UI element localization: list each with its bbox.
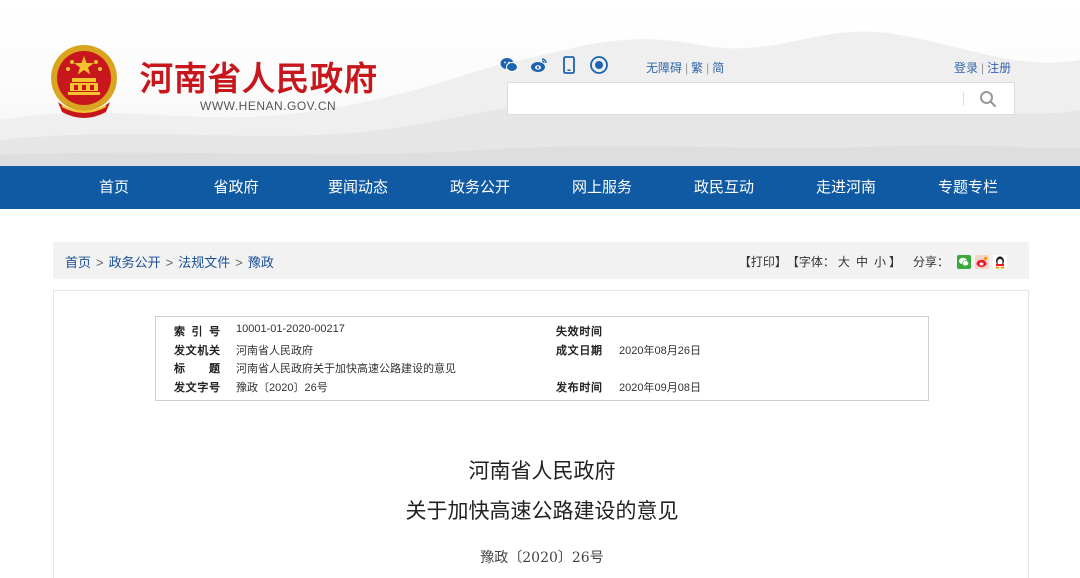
login-link[interactable]: 登录 <box>954 61 978 75</box>
weibo-icon[interactable] <box>530 56 548 74</box>
search-input[interactable] <box>508 83 958 114</box>
page-tools: 【打印】 【字体： 大 中 小 】 分享： <box>739 253 1007 270</box>
breadcrumb-separator: > <box>96 255 104 270</box>
search-divider <box>963 92 964 106</box>
print-link[interactable]: 【打印】 <box>739 253 787 270</box>
nav-item-home[interactable]: 首页 <box>53 166 175 209</box>
font-size-large[interactable]: 大 <box>838 253 850 270</box>
breadcrumb-bar: 首页 > 政务公开 > 法规文件 > 豫政 【打印】 【字体： 大 中 小 】 分享： <box>53 242 1029 279</box>
site-header: 河南省人民政府 WWW.HENAN.GOV.CN 无障碍 | 繁 | 简 登录 | 注册 <box>0 0 1080 166</box>
issuer-label: 发文机关 <box>174 345 220 357</box>
expiry-label: 失效时间 <box>556 326 602 338</box>
index-number-label: 索 引 号 <box>174 326 220 338</box>
title-label: 标 题 <box>174 363 220 375</box>
search-box <box>507 82 1015 115</box>
nav-item-special-topics[interactable]: 专题专栏 <box>907 166 1029 209</box>
written-date-value: 2020年08月26日 <box>619 345 701 357</box>
breadcrumb-separator: > <box>235 255 243 270</box>
wechat-icon[interactable] <box>500 56 518 74</box>
qq-share-icon[interactable] <box>993 254 1007 269</box>
nav-item-online-services[interactable]: 网上服务 <box>541 166 663 209</box>
accessibility-link[interactable]: 无障碍 <box>646 61 682 75</box>
font-size-medium[interactable]: 中 <box>856 253 868 270</box>
metadata-row: 标 题 河南省人民政府关于加快高速公路建设的意见 <box>156 360 930 378</box>
font-size-suffix: 】 <box>888 255 901 269</box>
font-size-small[interactable]: 小 <box>874 253 886 270</box>
separator: | <box>981 61 985 75</box>
share-label: 分享： <box>912 255 949 269</box>
document-metadata-table: 索 引 号 10001-01-2020-00217 失效时间 发文机关 河南省人… <box>155 316 929 401</box>
mobile-icon[interactable] <box>560 56 578 74</box>
publish-date-label: 发布时间 <box>556 382 602 394</box>
metadata-row: 发文机关 河南省人民政府 成文日期 2020年08月26日 <box>156 342 930 360</box>
publish-date-value: 2020年09月08日 <box>619 382 701 394</box>
social-icons <box>500 56 608 74</box>
document-title-line-1: 河南省人民政府 <box>468 459 616 483</box>
breadcrumb-home[interactable]: 首页 <box>65 255 91 270</box>
nav-item-interaction[interactable]: 政民互动 <box>663 166 785 209</box>
index-number-value: 10001-01-2020-00217 <box>236 323 345 335</box>
document-number-label: 发文字号 <box>174 382 220 394</box>
written-date-label: 成文日期 <box>556 345 602 357</box>
traditional-chinese-link[interactable]: 繁 <box>691 61 703 75</box>
app-icon[interactable] <box>590 56 608 74</box>
main-nav: 首页 省政府 要闻动态 政务公开 网上服务 政民互动 走进河南 专题专栏 <box>0 166 1080 209</box>
issuer-value: 河南省人民政府 <box>236 345 313 357</box>
separator: | <box>706 61 710 75</box>
nav-item-about-henan[interactable]: 走进河南 <box>785 166 907 209</box>
document-number: 豫政〔2020〕26号 <box>480 550 604 566</box>
separator: | <box>685 61 689 75</box>
document-title: 河南省人民政府 关于加快高速公路建设的意见 <box>54 451 1030 531</box>
national-emblem-icon <box>51 45 117 118</box>
nav-item-provincial-government[interactable]: 省政府 <box>175 166 297 209</box>
article-content: 索 引 号 10001-01-2020-00217 失效时间 发文机关 河南省人… <box>53 290 1029 578</box>
simplified-chinese-link[interactable]: 简 <box>712 61 724 75</box>
breadcrumb-separator: > <box>165 255 174 270</box>
site-url: WWW.HENAN.GOV.CN <box>200 99 337 113</box>
metadata-row: 发文字号 豫政〔2020〕26号 发布时间 2020年09月08日 <box>156 379 930 397</box>
breadcrumb-government-affairs[interactable]: 政务公开 <box>109 255 161 270</box>
wechat-share-icon[interactable] <box>957 254 971 269</box>
title-value: 河南省人民政府关于加快高速公路建设的意见 <box>236 363 456 375</box>
weibo-share-icon[interactable] <box>975 254 989 269</box>
breadcrumb-regulations[interactable]: 法规文件 <box>178 255 230 270</box>
font-size-prefix: 【字体： <box>786 255 835 269</box>
metadata-row: 索 引 号 10001-01-2020-00217 失效时间 <box>156 323 930 341</box>
nav-item-government-affairs[interactable]: 政务公开 <box>419 166 541 209</box>
accessibility-links: 无障碍 | 繁 | 简 <box>646 59 724 76</box>
user-links: 登录 | 注册 <box>954 59 1011 76</box>
search-icon[interactable] <box>978 89 998 109</box>
document-title-line-2: 关于加快高速公路建设的意见 <box>405 499 679 523</box>
site-title: 河南省人民政府 <box>140 59 378 98</box>
breadcrumb-yuzheng[interactable]: 豫政 <box>248 255 274 270</box>
breadcrumb: 首页 > 政务公开 > 法规文件 > 豫政 <box>65 252 274 271</box>
register-link[interactable]: 注册 <box>987 61 1011 75</box>
nav-item-news[interactable]: 要闻动态 <box>297 166 419 209</box>
document-number-value: 豫政〔2020〕26号 <box>236 382 328 394</box>
